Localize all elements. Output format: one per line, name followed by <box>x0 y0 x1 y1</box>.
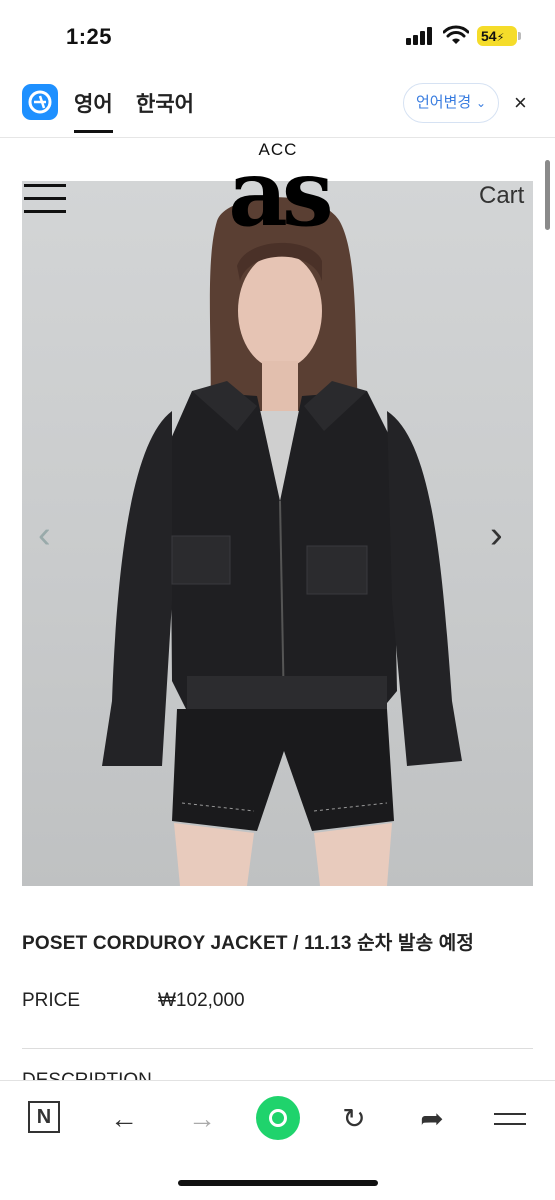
change-language-label: 언어변경 <box>416 94 472 111</box>
brand-small-text: ACC <box>258 140 298 159</box>
tab-language-english[interactable]: 영어 <box>74 88 113 133</box>
chevron-down-icon: ⌄ <box>475 96 486 110</box>
forward-arrow-icon[interactable]: → <box>182 1099 222 1139</box>
home-indicator <box>178 1180 378 1186</box>
tab-language-korean[interactable]: 한국어 <box>136 88 194 118</box>
divider <box>22 1048 533 1049</box>
description-label: DESCRIPTION <box>22 1070 152 1080</box>
battery-icon: 54⚡ <box>477 26 517 46</box>
home-icon[interactable] <box>256 1096 300 1140</box>
menu-icon[interactable] <box>490 1099 530 1139</box>
product-image[interactable] <box>22 181 533 886</box>
back-arrow-icon[interactable]: ← <box>104 1099 144 1139</box>
battery-tip <box>518 32 521 40</box>
translation-bar: 영어 한국어 언어변경 ⌄ × <box>0 74 555 138</box>
status-time: 1:25 <box>66 24 113 49</box>
product-title: POSET CORDUROY JACKET / 11.13 순차 발송 예정 <box>22 933 475 954</box>
close-icon[interactable]: × <box>514 88 527 118</box>
hamburger-icon[interactable] <box>24 184 66 214</box>
status-bar: 1:25 54⚡ <box>0 0 555 70</box>
share-icon[interactable]: ➦ <box>412 1099 452 1139</box>
price-label: PRICE <box>22 990 81 1011</box>
reload-icon[interactable]: ↻ <box>334 1099 374 1139</box>
change-language-button[interactable]: 언어변경 ⌄ <box>403 83 499 123</box>
carousel-prev-icon[interactable]: ‹ <box>38 515 68 555</box>
battery-level: 54 <box>481 28 497 44</box>
translate-app-icon <box>22 84 58 120</box>
price-value: ₩102,000 <box>158 990 245 1011</box>
carousel-next-icon[interactable]: › <box>490 515 520 555</box>
cart-link[interactable]: Cart <box>479 182 524 210</box>
page-scrollbar[interactable] <box>545 160 550 230</box>
cellular-signal-icon <box>406 27 436 45</box>
naver-n-icon[interactable]: N <box>28 1101 60 1133</box>
wifi-icon <box>443 25 469 44</box>
